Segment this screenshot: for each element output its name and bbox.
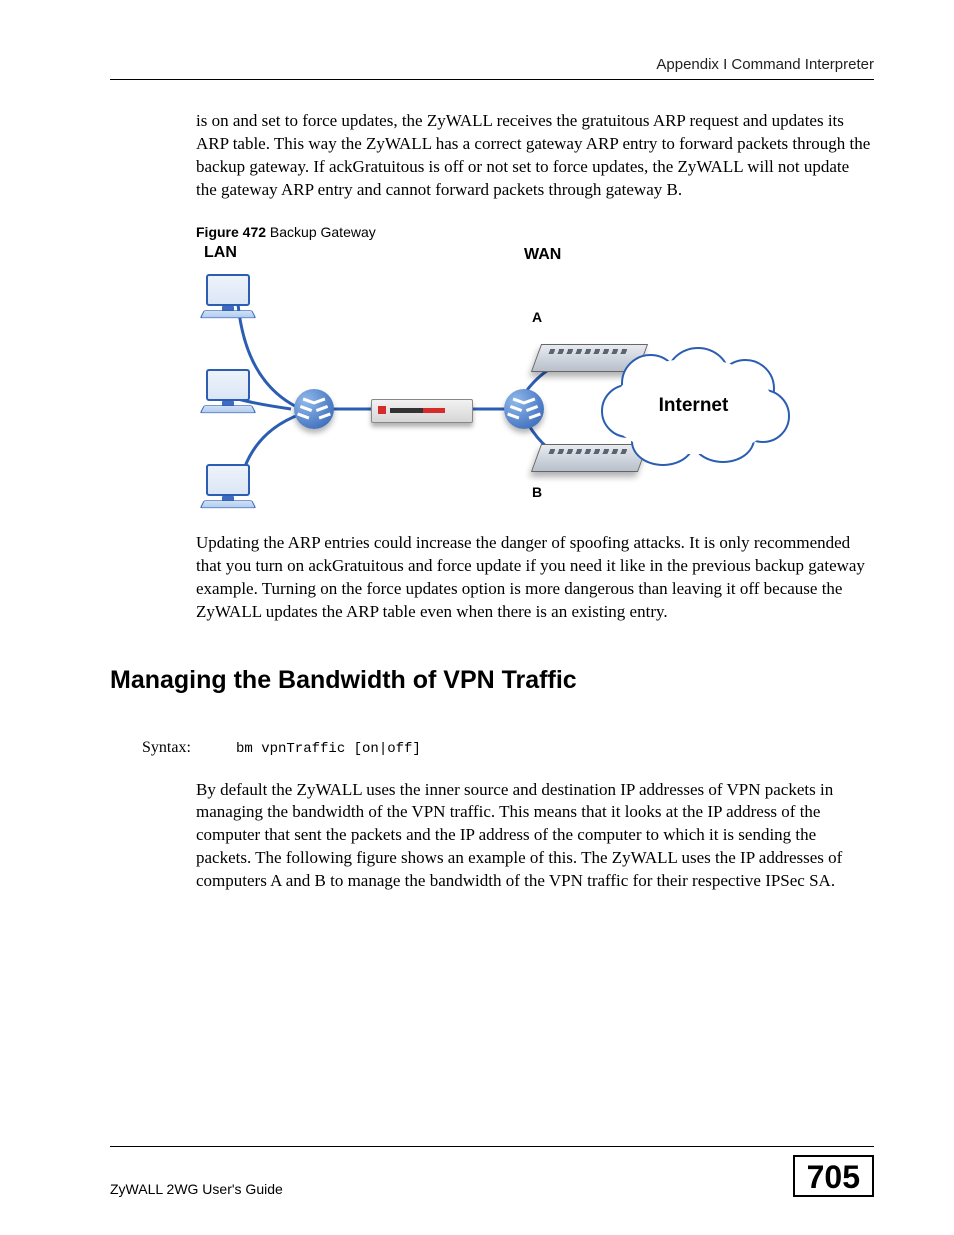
section-heading: Managing the Bandwidth of VPN Traffic xyxy=(110,666,874,695)
paragraph-2: Updating the ARP entries could increase … xyxy=(196,532,874,624)
cloud-icon: Internet xyxy=(611,359,776,454)
paragraph-1: is on and set to force updates, the ZyWA… xyxy=(196,110,874,202)
syntax-label: Syntax: xyxy=(142,739,232,757)
page-number: 705 xyxy=(793,1155,874,1197)
computer-icon xyxy=(206,369,254,411)
syntax-row: Syntax: bm vpnTraffic [on|off] xyxy=(142,739,874,757)
label-a: A xyxy=(532,309,542,325)
figure-diagram: LAN WAN A B Internet xyxy=(196,244,776,522)
label-lan: LAN xyxy=(204,244,237,262)
label-wan: WAN xyxy=(524,246,561,264)
label-internet: Internet xyxy=(611,395,776,417)
label-b: B xyxy=(532,484,542,500)
footer-guide-name: ZyWALL 2WG User's Guide xyxy=(110,1181,283,1197)
figure-caption: Figure 472 Backup Gateway xyxy=(196,224,874,240)
paragraph-3: By default the ZyWALL uses the inner sou… xyxy=(196,779,874,894)
header-appendix: Appendix I Command Interpreter xyxy=(110,56,874,73)
computer-icon xyxy=(206,464,254,506)
figure-number: Figure 472 xyxy=(196,224,266,240)
router-icon xyxy=(504,389,544,429)
router-icon xyxy=(294,389,334,429)
page-footer: ZyWALL 2WG User's Guide 705 xyxy=(110,1138,874,1197)
computer-icon xyxy=(206,274,254,316)
firewall-icon xyxy=(371,399,473,423)
syntax-code: bm vpnTraffic [on|off] xyxy=(236,741,421,757)
header-divider xyxy=(110,79,874,80)
figure-title: Backup Gateway xyxy=(266,224,376,240)
footer-divider xyxy=(110,1146,874,1147)
